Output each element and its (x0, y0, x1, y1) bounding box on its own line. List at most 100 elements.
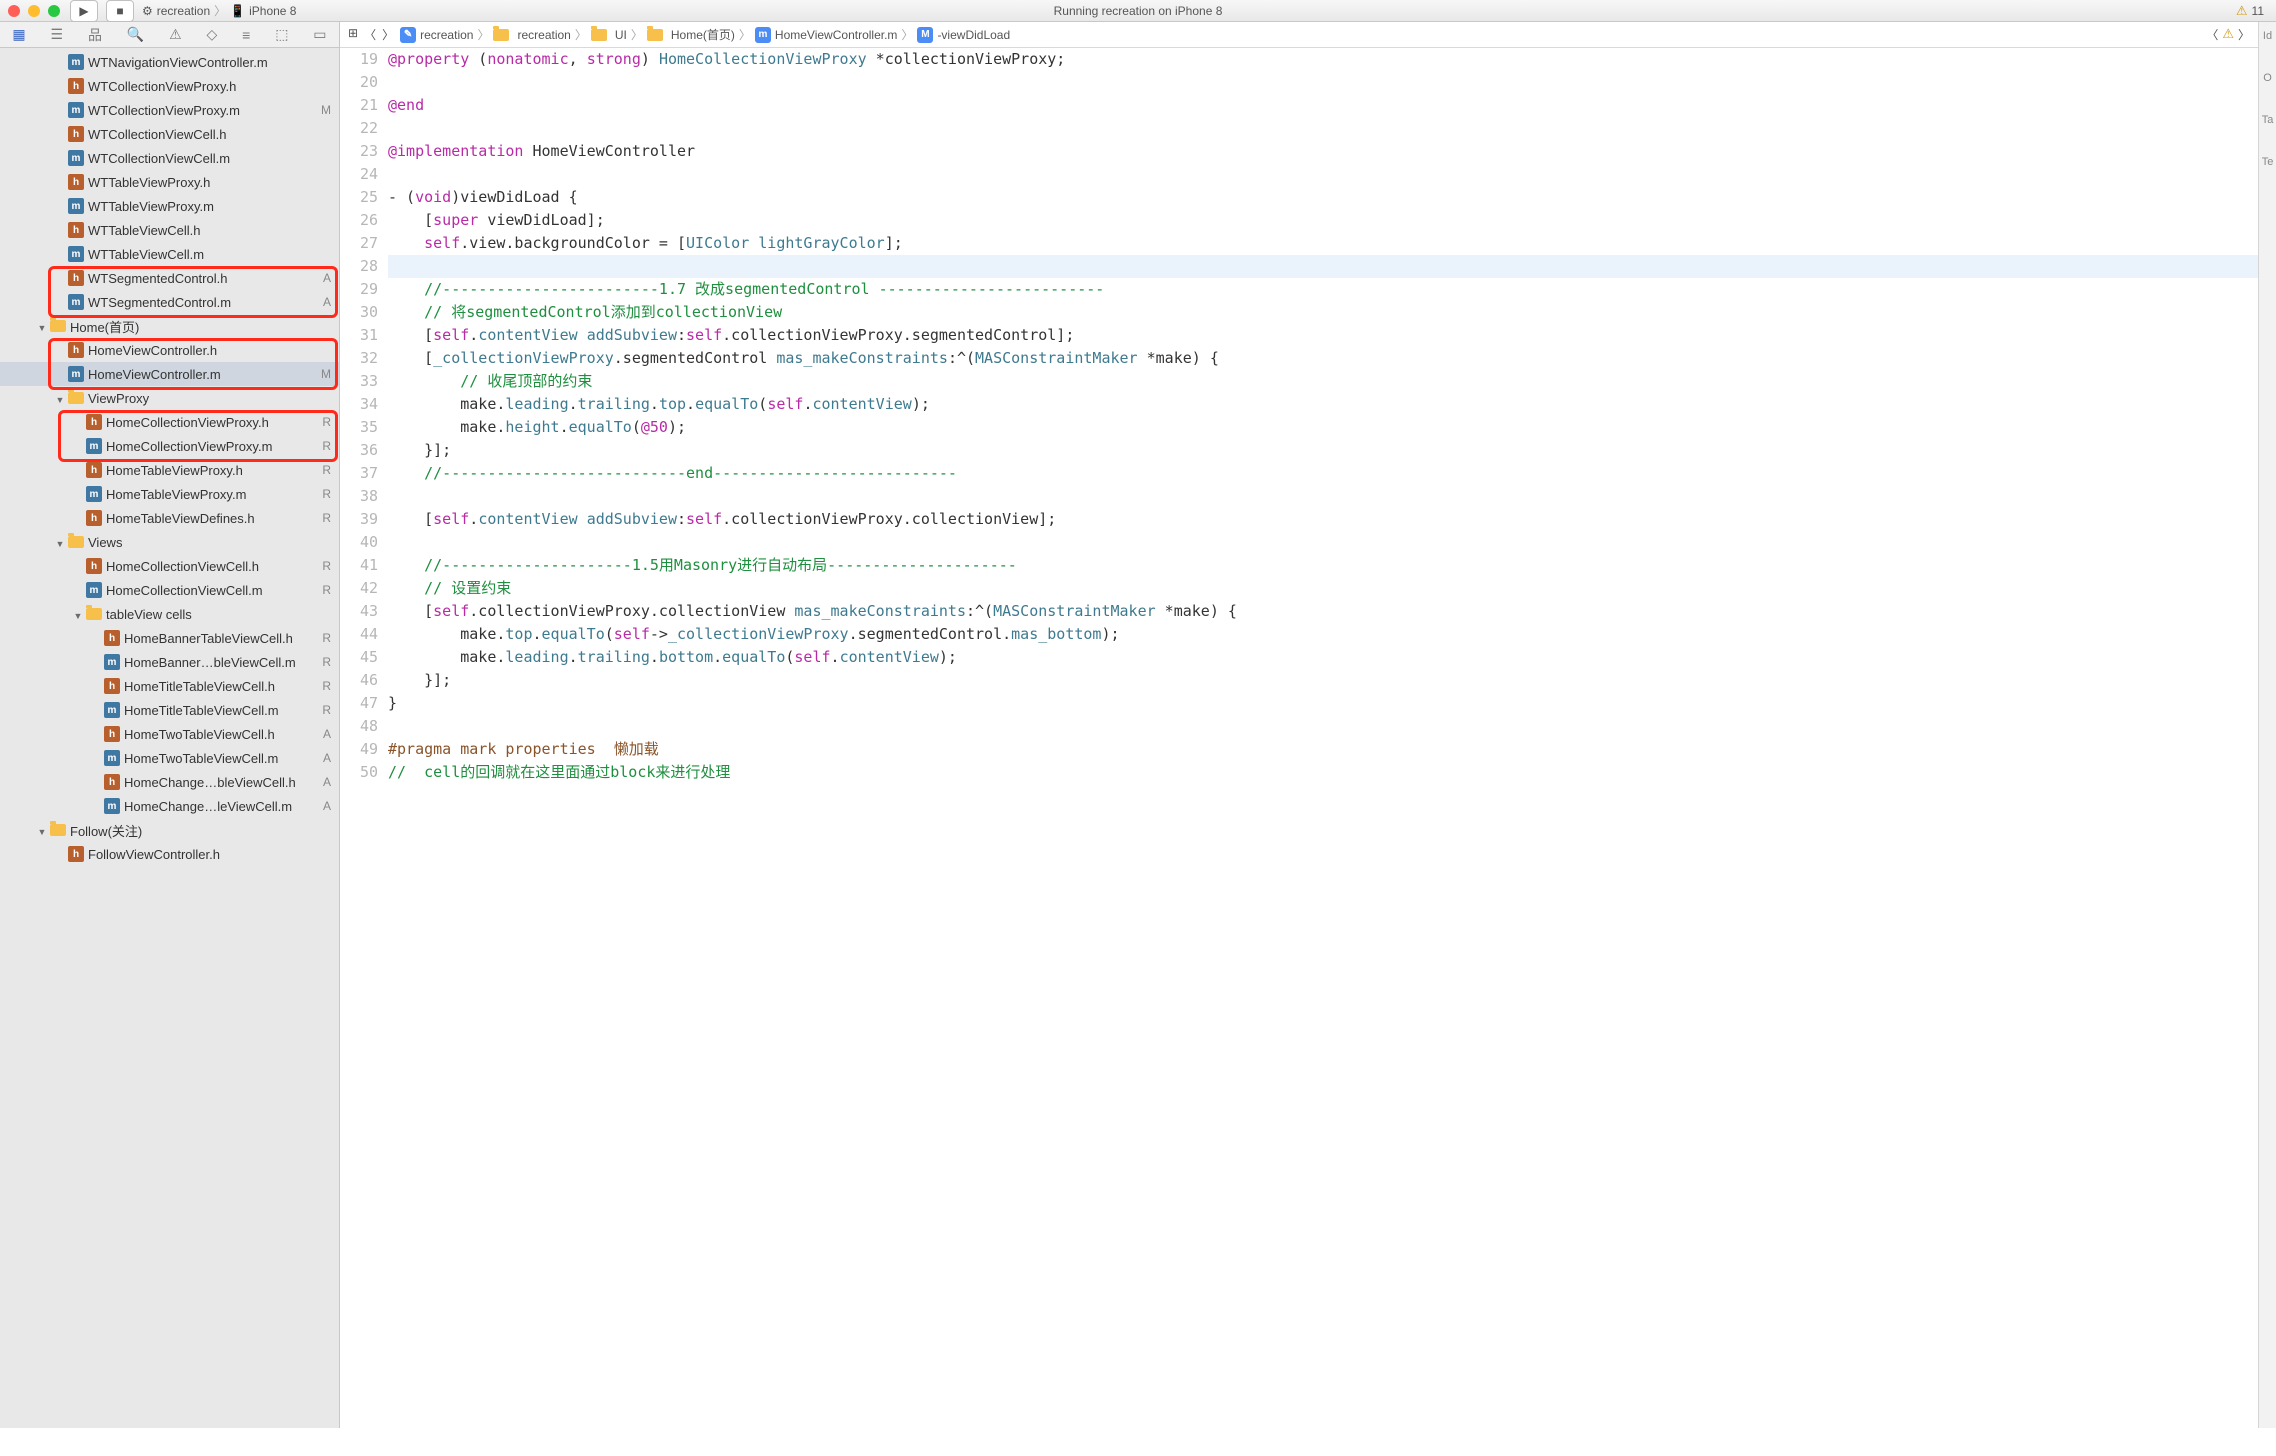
file-row[interactable]: mWTTableViewCell.m (0, 242, 339, 266)
warnings-indicator[interactable]: ⚠︎ 11 (2236, 3, 2264, 19)
file-row[interactable]: mHomeCollectionViewCell.mR (0, 578, 339, 602)
go-back-button[interactable]: 〈 (364, 26, 376, 43)
run-button[interactable]: ▶ (70, 0, 98, 22)
code-line[interactable]: @property (nonatomic, strong) HomeCollec… (388, 48, 2258, 71)
code-line[interactable]: make.leading.trailing.bottom.equalTo(sel… (388, 646, 2258, 669)
folder-row[interactable]: tableView cells (0, 602, 339, 626)
file-row[interactable]: hHomeTitleTableViewCell.hR (0, 674, 339, 698)
code-editor[interactable]: 1920212223242526272829303132333435363738… (340, 48, 2258, 1428)
zoom-window-button[interactable] (48, 5, 60, 17)
file-row[interactable]: hWTSegmentedControl.hA (0, 266, 339, 290)
folder-row[interactable]: Home(首页) (0, 314, 339, 338)
code-line[interactable] (388, 715, 2258, 738)
code-line[interactable] (388, 255, 2258, 278)
file-row[interactable]: hFollowViewController.h (0, 842, 339, 866)
folder-row[interactable]: Views (0, 530, 339, 554)
code-line[interactable]: } (388, 692, 2258, 715)
disclosure-triangle[interactable] (54, 535, 66, 550)
code-line[interactable]: [self.collectionViewProxy.collectionView… (388, 600, 2258, 623)
code-line[interactable]: make.height.equalTo(@50); (388, 416, 2258, 439)
code-line[interactable] (388, 117, 2258, 140)
symbol-navigator-tab[interactable]: 品 (88, 25, 102, 45)
code-line[interactable]: // 收尾顶部的约束 (388, 370, 2258, 393)
issue-navigator-tab[interactable]: ⚠︎ (169, 26, 182, 43)
code-line[interactable]: self.view.backgroundColor = [UIColor lig… (388, 232, 2258, 255)
file-row[interactable]: mHomeTwoTableViewCell.mA (0, 746, 339, 770)
file-row[interactable]: hHomeChange…bleViewCell.hA (0, 770, 339, 794)
code-line[interactable]: [self.contentView addSubview:self.collec… (388, 324, 2258, 347)
file-row[interactable]: hWTCollectionViewCell.h (0, 122, 339, 146)
code-line[interactable]: make.top.equalTo(self->_collectionViewPr… (388, 623, 2258, 646)
code-line[interactable]: }]; (388, 439, 2258, 462)
folder-row[interactable]: Follow(关注) (0, 818, 339, 842)
breadcrumb-item[interactable]: recreation (493, 28, 570, 42)
file-row[interactable]: hWTTableViewCell.h (0, 218, 339, 242)
file-row[interactable]: mWTCollectionViewProxy.mM (0, 98, 339, 122)
code-line[interactable]: @implementation HomeViewController (388, 140, 2258, 163)
file-row[interactable]: mWTCollectionViewCell.m (0, 146, 339, 170)
breadcrumb-item[interactable]: UI (591, 28, 627, 42)
code-line[interactable]: // 设置约束 (388, 577, 2258, 600)
close-window-button[interactable] (8, 5, 20, 17)
file-row[interactable]: mWTNavigationViewController.m (0, 50, 339, 74)
file-row[interactable]: mHomeBanner…bleViewCell.mR (0, 650, 339, 674)
code-line[interactable]: [super viewDidLoad]; (388, 209, 2258, 232)
file-row[interactable]: hHomeCollectionViewProxy.hR (0, 410, 339, 434)
code-line[interactable] (388, 71, 2258, 94)
code-line[interactable]: // 将segmentedControl添加到collectionView (388, 301, 2258, 324)
report-navigator-tab[interactable]: ▭ (313, 26, 326, 43)
code-line[interactable]: [_collectionViewProxy.segmentedControl m… (388, 347, 2258, 370)
folder-row[interactable]: ViewProxy (0, 386, 339, 410)
code-line[interactable]: - (void)viewDidLoad { (388, 186, 2258, 209)
debug-navigator-tab[interactable]: ≡ (242, 27, 250, 43)
file-row[interactable]: mHomeChange…leViewCell.mA (0, 794, 339, 818)
code-line[interactable] (388, 531, 2258, 554)
scheme-chooser[interactable]: ⚙︎ recreation 〉 📱 iPhone 8 (142, 2, 296, 19)
project-navigator-tab[interactable]: ▦ (12, 26, 25, 43)
file-row[interactable]: hHomeTwoTableViewCell.hA (0, 722, 339, 746)
file-row[interactable]: hHomeBannerTableViewCell.hR (0, 626, 339, 650)
find-navigator-tab[interactable]: 🔍 (127, 26, 144, 43)
breakpoint-navigator-tab[interactable]: ⬚ (275, 26, 288, 43)
file-row[interactable]: hWTTableViewProxy.h (0, 170, 339, 194)
file-row[interactable]: hHomeCollectionViewCell.hR (0, 554, 339, 578)
file-row[interactable]: mWTSegmentedControl.mA (0, 290, 339, 314)
source-control-navigator-tab[interactable]: ☰ (51, 26, 64, 43)
code-line[interactable]: //---------------------------end--------… (388, 462, 2258, 485)
code-line[interactable] (388, 485, 2258, 508)
file-row[interactable]: hHomeTableViewProxy.hR (0, 458, 339, 482)
breadcrumb-item[interactable]: ✎recreation (400, 27, 473, 43)
file-row[interactable]: hHomeViewController.h (0, 338, 339, 362)
code-line[interactable]: [self.contentView addSubview:self.collec… (388, 508, 2258, 531)
file-row[interactable]: mHomeTableViewProxy.mR (0, 482, 339, 506)
code-line[interactable]: // cell的回调就在这里面通过block来进行处理 (388, 761, 2258, 784)
code-line[interactable]: //---------------------1.5用Masonry进行自动布局… (388, 554, 2258, 577)
stop-button[interactable]: ■ (106, 0, 134, 22)
file-row[interactable]: mHomeViewController.mM (0, 362, 339, 386)
next-issue-button[interactable]: 〉 (2238, 26, 2250, 43)
code-line[interactable]: //------------------------1.7 改成segmente… (388, 278, 2258, 301)
file-row[interactable]: hHomeTableViewDefines.hR (0, 506, 339, 530)
disclosure-triangle[interactable] (36, 319, 48, 334)
file-row[interactable]: mWTTableViewProxy.m (0, 194, 339, 218)
code-line[interactable]: }]; (388, 669, 2258, 692)
breadcrumb-item[interactable]: Home(首页) (647, 26, 735, 43)
code-line[interactable]: @end (388, 94, 2258, 117)
file-row[interactable]: hWTCollectionViewProxy.h (0, 74, 339, 98)
related-items-icon[interactable]: ⊞ (348, 26, 358, 43)
code-line[interactable]: #pragma mark properties 懒加载 (388, 738, 2258, 761)
disclosure-triangle[interactable] (36, 823, 48, 838)
breadcrumb-item[interactable]: M-viewDidLoad (917, 27, 1010, 43)
disclosure-triangle[interactable] (54, 391, 66, 406)
code-line[interactable] (388, 163, 2258, 186)
go-forward-button[interactable]: 〉 (382, 26, 394, 43)
code-line[interactable]: make.leading.trailing.top.equalTo(self.c… (388, 393, 2258, 416)
prev-issue-button[interactable]: 〈 (2206, 26, 2218, 43)
test-navigator-tab[interactable]: ◇ (207, 26, 218, 43)
breadcrumb[interactable]: ✎recreation〉recreation〉UI〉Home(首页)〉mHome… (400, 26, 1010, 43)
minimize-window-button[interactable] (28, 5, 40, 17)
source-code[interactable]: @property (nonatomic, strong) HomeCollec… (388, 48, 2258, 1428)
file-row[interactable]: mHomeTitleTableViewCell.mR (0, 698, 339, 722)
disclosure-triangle[interactable] (72, 607, 84, 622)
file-tree[interactable]: mWTNavigationViewController.mhWTCollecti… (0, 48, 339, 866)
